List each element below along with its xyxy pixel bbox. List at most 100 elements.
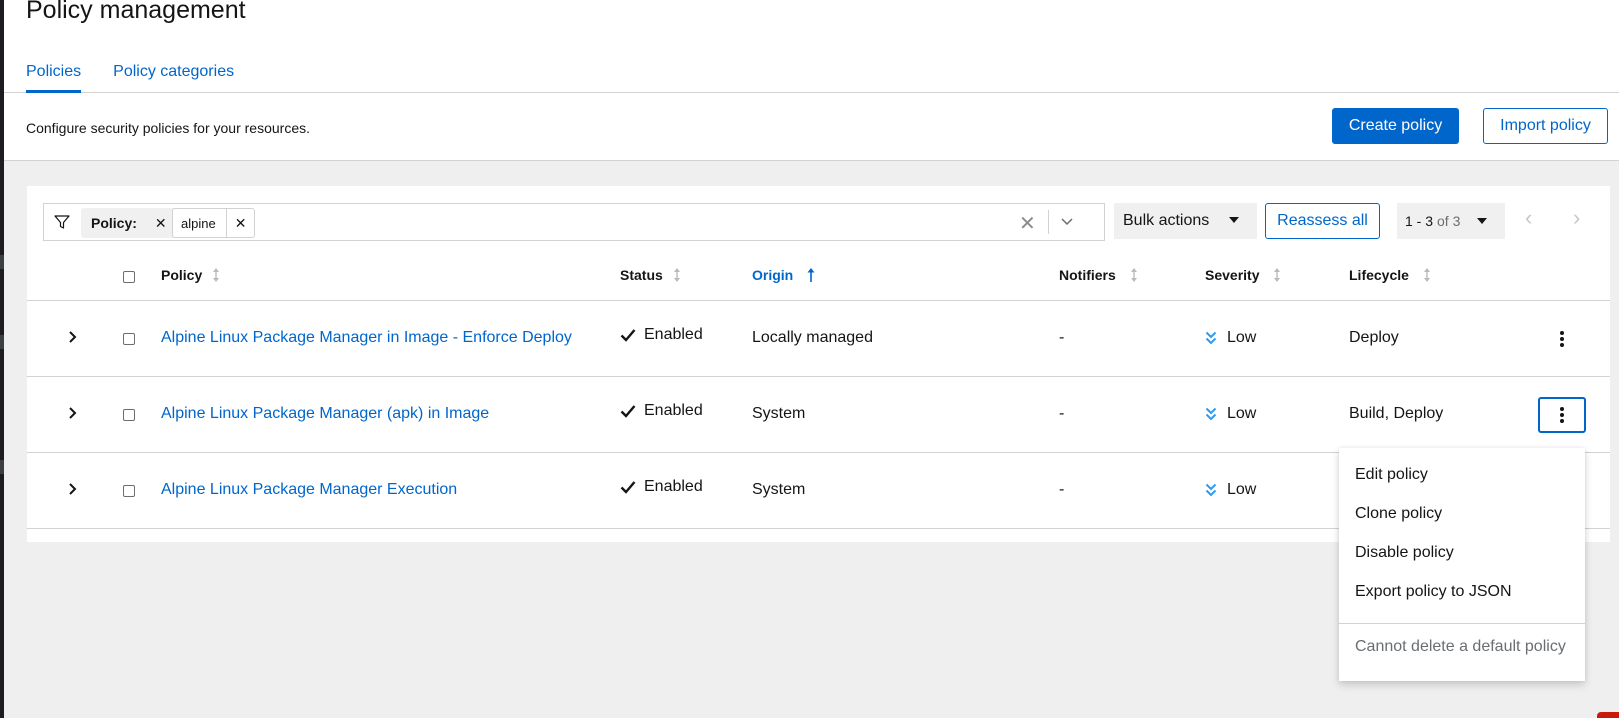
clone-policy-menu-item[interactable]: Clone policy [1355,505,1442,523]
row-checkbox[interactable] [123,333,135,345]
column-header-severity[interactable]: Severity [1205,267,1281,283]
check-icon [620,481,636,494]
chevron-right-icon[interactable] [68,330,78,344]
row-checkbox[interactable] [123,409,135,421]
reassess-all-button[interactable]: Reassess all [1265,203,1380,239]
delete-policy-menu-item-disabled: Cannot delete a default policy [1355,638,1566,655]
page-description: Configure security policies for your res… [26,120,311,136]
sort-icon [1274,268,1281,282]
column-label: Notifiers [1059,267,1116,283]
policy-name-link[interactable]: Alpine Linux Package Manager (apk) in Im… [161,405,489,423]
next-page-icon[interactable]: › [1573,205,1580,231]
origin-cell: System [752,405,806,422]
chevron-right-icon[interactable] [68,406,78,420]
policy-name-link[interactable]: Alpine Linux Package Manager Execution [161,481,457,499]
rail-marker [0,460,4,474]
filter-chip-value: alpine [181,215,216,231]
column-header-policy[interactable]: Policy [161,267,220,283]
create-policy-button[interactable]: Create policy [1332,108,1459,144]
column-header-notifiers[interactable]: Notifiers [1059,267,1138,283]
row-actions-kebab-button[interactable] [1538,397,1586,433]
notifiers-cell: - [1059,481,1065,498]
column-label: Lifecycle [1349,267,1409,283]
row-actions-menu: Edit policy Clone policy Disable policy … [1339,448,1585,681]
disable-policy-menu-item[interactable]: Disable policy [1355,544,1454,562]
check-icon [620,405,636,418]
pagination-total: of 3 [1437,213,1461,229]
status-cell: Enabled [620,326,703,344]
search-filter-input[interactable]: Policy: ✕ alpine ✕ ✕ [43,203,1105,241]
corner-indicator [1597,712,1619,718]
notifiers-cell: - [1059,329,1065,346]
column-header-status[interactable]: Status [620,267,681,283]
rail-marker [0,255,4,269]
origin-cell: System [752,481,806,498]
import-policy-button[interactable]: Import policy [1483,108,1608,144]
sort-icon [1423,268,1430,282]
caret-down-icon [1477,218,1487,224]
double-chevron-down-icon [1205,483,1217,497]
severity-cell: Low [1205,405,1256,423]
column-header-origin[interactable]: Origin [752,267,815,283]
severity-cell: Low [1205,481,1256,499]
severity-text: Low [1227,329,1257,346]
filter-chip-group: Policy: ✕ [81,208,177,238]
bulk-actions-label: Bulk actions [1123,212,1210,229]
check-icon [620,329,636,342]
select-all-checkbox[interactable] [123,271,135,283]
tab-policies[interactable]: Policies [26,60,82,93]
filter-divider [1048,210,1049,234]
row-actions-kebab-button[interactable] [1538,321,1586,357]
lifecycle-cell: Build, Deploy [1349,405,1444,422]
kebab-icon [1560,331,1564,347]
pagination-dropdown[interactable]: 1 - 3 of 3 [1397,203,1505,239]
notifiers-cell: - [1059,405,1065,422]
filter-chip: alpine ✕ [172,208,256,238]
edit-policy-menu-item[interactable]: Edit policy [1355,466,1428,484]
lifecycle-cell: Deploy [1349,329,1399,346]
status-cell: Enabled [620,478,703,496]
tab-policy-categories[interactable]: Policy categories [113,60,234,93]
filter-chip-label: Policy: [91,215,137,231]
double-chevron-down-icon [1205,407,1217,421]
severity-text: Low [1227,481,1257,498]
sort-ascending-icon [807,268,815,282]
remove-chip-icon[interactable]: ✕ [225,209,246,237]
column-label: Severity [1205,267,1260,283]
double-chevron-down-icon [1205,331,1217,345]
table-row: Alpine Linux Package Manager (apk) in Im… [27,377,1610,453]
row-checkbox[interactable] [123,485,135,497]
filter-icon [54,215,70,229]
page-title: Policy management [26,0,246,24]
table-header: Policy Status Origin Notifiers Severity … [27,241,1610,301]
status-text: Enabled [644,402,703,419]
description-bar: Configure security policies for your res… [4,93,1619,161]
export-policy-json-menu-item[interactable]: Export policy to JSON [1355,583,1512,601]
status-cell: Enabled [620,402,703,420]
kebab-icon [1560,407,1564,423]
bulk-actions-dropdown[interactable]: Bulk actions [1114,203,1257,239]
status-text: Enabled [644,478,703,495]
policy-name-link[interactable]: Alpine Linux Package Manager in Image - … [161,329,572,347]
severity-cell: Low [1205,329,1256,347]
chevron-right-icon[interactable] [68,482,78,496]
sort-icon [673,268,680,282]
page-header: Policy management Policies Policy catego… [4,0,1619,93]
pagination-range: 1 - 3 [1405,213,1434,229]
status-text: Enabled [644,326,703,343]
menu-divider [1339,623,1585,624]
table-row: Alpine Linux Package Manager in Image - … [27,301,1610,377]
rail-marker [0,335,4,349]
chevron-down-icon[interactable] [1059,213,1075,229]
column-header-lifecycle[interactable]: Lifecycle [1349,267,1431,283]
column-label: Origin [752,267,794,283]
tab-bar: Policies Policy categories [26,60,266,93]
previous-page-icon[interactable]: ‹ [1525,205,1532,231]
clear-filter-icon[interactable]: ✕ [1019,211,1036,236]
column-label: Status [620,267,663,283]
origin-cell: Locally managed [752,329,873,346]
severity-text: Low [1227,405,1257,422]
sort-icon [213,268,220,282]
remove-chip-group-icon[interactable]: ✕ [155,215,167,232]
column-label: Policy [161,267,203,283]
